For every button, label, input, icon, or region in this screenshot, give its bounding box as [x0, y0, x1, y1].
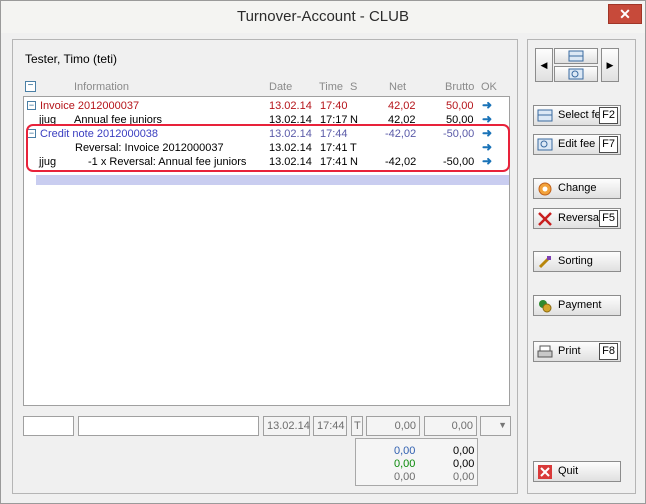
edit-fee-key: F7: [599, 136, 618, 153]
total-net-2: 0,00: [394, 458, 416, 470]
quit-label: Quit: [558, 465, 579, 477]
search-icon: [568, 68, 584, 80]
sorting-icon: [538, 255, 552, 269]
window-title: Turnover-Account - CLUB: [236, 8, 409, 25]
column-time[interactable]: Time: [319, 81, 343, 93]
nav-top-button[interactable]: [554, 48, 598, 64]
edit-fee-label: Edit fee: [558, 138, 596, 150]
s-field[interactable]: T: [351, 416, 363, 436]
column-s[interactable]: S: [350, 81, 357, 93]
title-bar: Turnover-Account - CLUB ✕: [1, 1, 645, 33]
column-date[interactable]: Date: [269, 81, 292, 93]
column-net[interactable]: Net: [389, 81, 406, 93]
net-field[interactable]: 0,00: [366, 416, 420, 436]
highlight-annotation: [26, 124, 510, 172]
payment-icon: [539, 300, 552, 313]
close-icon: [538, 465, 552, 479]
reversal-label: Reversal: [558, 212, 602, 224]
row-net: 42,02: [388, 100, 416, 112]
edit-fee-icon: [537, 138, 553, 151]
reversal-icon: [538, 212, 552, 226]
payment-label: Payment: [558, 299, 602, 311]
totals-box: 0,00 0,00 0,00 0,00 0,00 0,00: [355, 438, 478, 486]
payment-button[interactable]: Payment: [533, 295, 621, 316]
row-brutto: 50,00: [446, 100, 474, 112]
column-ok[interactable]: OK: [481, 81, 497, 93]
chevron-down-icon: ▼: [498, 420, 507, 430]
arrow-right-icon[interactable]: ➜: [482, 98, 492, 112]
ok-dropdown[interactable]: ▼: [480, 416, 511, 436]
select-fee-key: F2: [599, 107, 618, 124]
row-date: 13.02.14: [269, 100, 312, 112]
collapse-icon[interactable]: −: [27, 101, 36, 110]
brutto-field[interactable]: 0,00: [424, 416, 477, 436]
previous-button[interactable]: ◀: [535, 48, 553, 82]
total-brutto-3: 0,00: [453, 471, 475, 483]
reversal-button[interactable]: Reversal F5: [533, 208, 621, 229]
reversal-key: F5: [599, 210, 618, 227]
customer-name: Tester, Timo (teti): [25, 52, 118, 66]
column-information[interactable]: Information: [74, 81, 129, 93]
grid-header: − Information Date Time S Net Brutto OK: [23, 80, 510, 96]
select-fee-button[interactable]: Select fee F2: [533, 105, 621, 126]
change-icon: [538, 182, 552, 196]
edit-fee-button[interactable]: Edit fee F7: [533, 134, 621, 155]
sorting-label: Sorting: [558, 255, 593, 267]
total-brutto-2: 0,00: [453, 458, 475, 470]
quit-button[interactable]: Quit: [533, 461, 621, 482]
selected-row[interactable]: [36, 175, 509, 185]
nav-bottom-button[interactable]: [554, 66, 598, 82]
table-row[interactable]: − Invoice 2012000037 13.02.14 17:40 42,0…: [24, 98, 509, 113]
list-icon: [568, 50, 584, 62]
row-info: Invoice 2012000037: [40, 100, 140, 112]
column-brutto[interactable]: Brutto: [445, 81, 474, 93]
print-label: Print: [558, 345, 581, 357]
row-time: 17:40: [320, 100, 348, 112]
information-field[interactable]: [78, 416, 259, 436]
total-brutto-1: 0,00: [453, 445, 475, 457]
print-key: F8: [599, 343, 618, 360]
close-button[interactable]: ✕: [608, 4, 642, 24]
change-label: Change: [558, 182, 597, 194]
sorting-button[interactable]: Sorting: [533, 251, 621, 272]
total-net-1: 0,00: [394, 445, 416, 457]
date-field[interactable]: 13.02.14: [263, 416, 310, 436]
printer-icon: [537, 345, 553, 358]
prefix-field[interactable]: [23, 416, 74, 436]
collapse-all-icon[interactable]: −: [25, 81, 36, 92]
time-field[interactable]: 17:44: [313, 416, 347, 436]
next-button[interactable]: ▶: [601, 48, 619, 82]
print-button[interactable]: Print F8: [533, 341, 621, 362]
total-net-3: 0,00: [394, 471, 416, 483]
change-button[interactable]: Change: [533, 178, 621, 199]
select-fee-icon: [537, 109, 553, 122]
